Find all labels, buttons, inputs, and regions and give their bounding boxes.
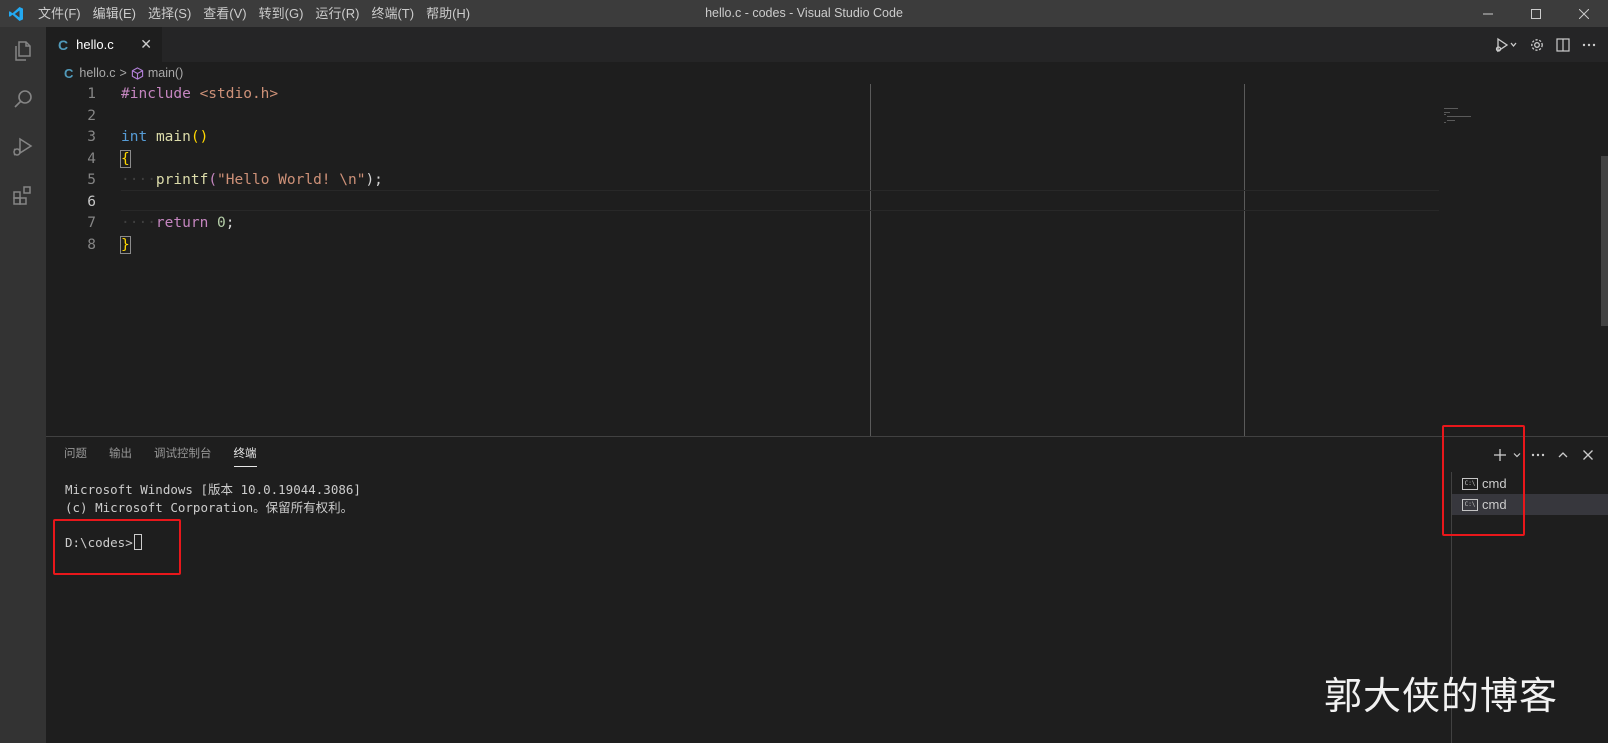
chevron-up-icon[interactable] [1550,443,1575,467]
code-line: 2 [46,106,1438,128]
line-number: 1 [87,86,96,102]
menu-terminal[interactable]: 终端(T) [365,0,420,27]
printf-close: ); [365,172,383,188]
tab-hello-c[interactable]: C hello.c ✕ [46,27,162,62]
printf-string: "Hello World! \n" [217,172,366,188]
semicolon: ; [225,215,235,231]
main-function: main [155,129,191,145]
line-number: 7 [87,215,96,231]
minimap[interactable] [1444,108,1484,128]
menu-run[interactable]: 运行(R) [309,0,365,27]
panel-tabs: 问题 输出 调试控制台 终端 [64,437,279,472]
code-line: 5 ····printf("Hello World! \n"); [46,170,1438,192]
c-file-icon: C [58,36,69,53]
menu-bar: 文件(F) 编辑(E) 选择(S) 查看(V) 转到(G) 运行(R) 终端(T… [32,0,476,27]
highlight-box-terminal-list [1442,425,1525,536]
search-icon[interactable] [0,75,46,123]
files-icon[interactable] [0,27,46,75]
gear-icon[interactable] [1524,27,1550,62]
tab-bar: C hello.c ✕ [46,27,1608,62]
menu-view[interactable]: 查看(V) [197,0,252,27]
code-line: 6 [46,192,1438,214]
code-line: 3 int main() [46,127,1438,149]
title-bar: 文件(F) 编辑(E) 选择(S) 查看(V) 转到(G) 运行(R) 终端(T… [0,0,1608,27]
close-icon[interactable] [1575,443,1600,467]
code-line: 1 #include <stdio.h> [46,84,1438,106]
split-editor-icon[interactable] [1550,27,1576,62]
more-icon[interactable] [1525,443,1550,467]
open-brace: { [120,149,131,168]
parens: () [190,129,209,145]
terminal-line: (c) Microsoft Corporation。保留所有权利。 [65,499,354,515]
indent-guide: ···· [121,215,156,231]
menu-help[interactable]: 帮助(H) [420,0,476,27]
more-icon[interactable] [1576,27,1602,62]
activity-bar [0,27,46,743]
menu-edit[interactable]: 编辑(E) [87,0,142,27]
run-debug-icon[interactable] [0,123,46,171]
tab-terminal[interactable]: 终端 [233,437,257,472]
maximize-button[interactable] [1512,0,1560,27]
printf-open-paren: ( [208,172,218,188]
code-line: 7 ····return 0; [46,213,1438,235]
breadcrumb-file[interactable]: hello.c [79,66,115,80]
line-number: 8 [87,236,96,253]
cube-symbol-icon [131,66,144,80]
terminal-line: Microsoft Windows [版本 10.0.19044.3086] [65,482,361,497]
return-keyword: return [155,215,209,231]
tab-problems[interactable]: 问题 [64,437,87,472]
c-file-icon: C [64,65,74,81]
line-number: 2 [87,107,96,124]
vscode-logo-icon [0,0,32,27]
line-number: 4 [87,150,96,167]
close-brace: } [120,235,131,254]
menu-selection[interactable]: 选择(S) [142,0,197,27]
close-tab-icon[interactable]: ✕ [140,36,152,53]
int-keyword: int [121,129,148,145]
extensions-icon[interactable] [0,171,46,219]
line-number: 5 [87,172,96,188]
vertical-scrollbar[interactable] [1601,156,1608,326]
menu-file[interactable]: 文件(F) [32,0,87,27]
include-header: <stdio.h> [199,86,279,102]
tab-output[interactable]: 输出 [109,437,132,472]
indent-guide: ···· [121,172,156,188]
run-icon[interactable] [1488,27,1524,62]
breadcrumb: C hello.c > main() [46,62,1608,84]
code-line: 8 } [46,235,1438,257]
close-window-button[interactable] [1560,0,1608,27]
code-editor[interactable]: 1 #include <stdio.h> 2 3 int main() 4 { … [46,84,1608,436]
minimize-button[interactable] [1464,0,1512,27]
tab-debug-console[interactable]: 调试控制台 [154,437,212,472]
window-controls [1464,0,1608,27]
code-line: 4 { [46,149,1438,171]
printf-function: printf [155,172,209,188]
line-number: 3 [87,129,96,145]
breadcrumb-symbol[interactable]: main() [148,66,183,80]
include-directive: #include [121,86,191,102]
breadcrumb-separator: > [119,66,127,80]
line-number: 6 [87,193,96,210]
watermark: 郭大侠的博客 [1323,674,1558,718]
highlight-box-prompt [53,519,181,575]
menu-go[interactable]: 转到(G) [253,0,310,27]
return-value: 0 [217,215,226,231]
editor-actions [1488,27,1608,62]
tab-label: hello.c [76,37,114,52]
